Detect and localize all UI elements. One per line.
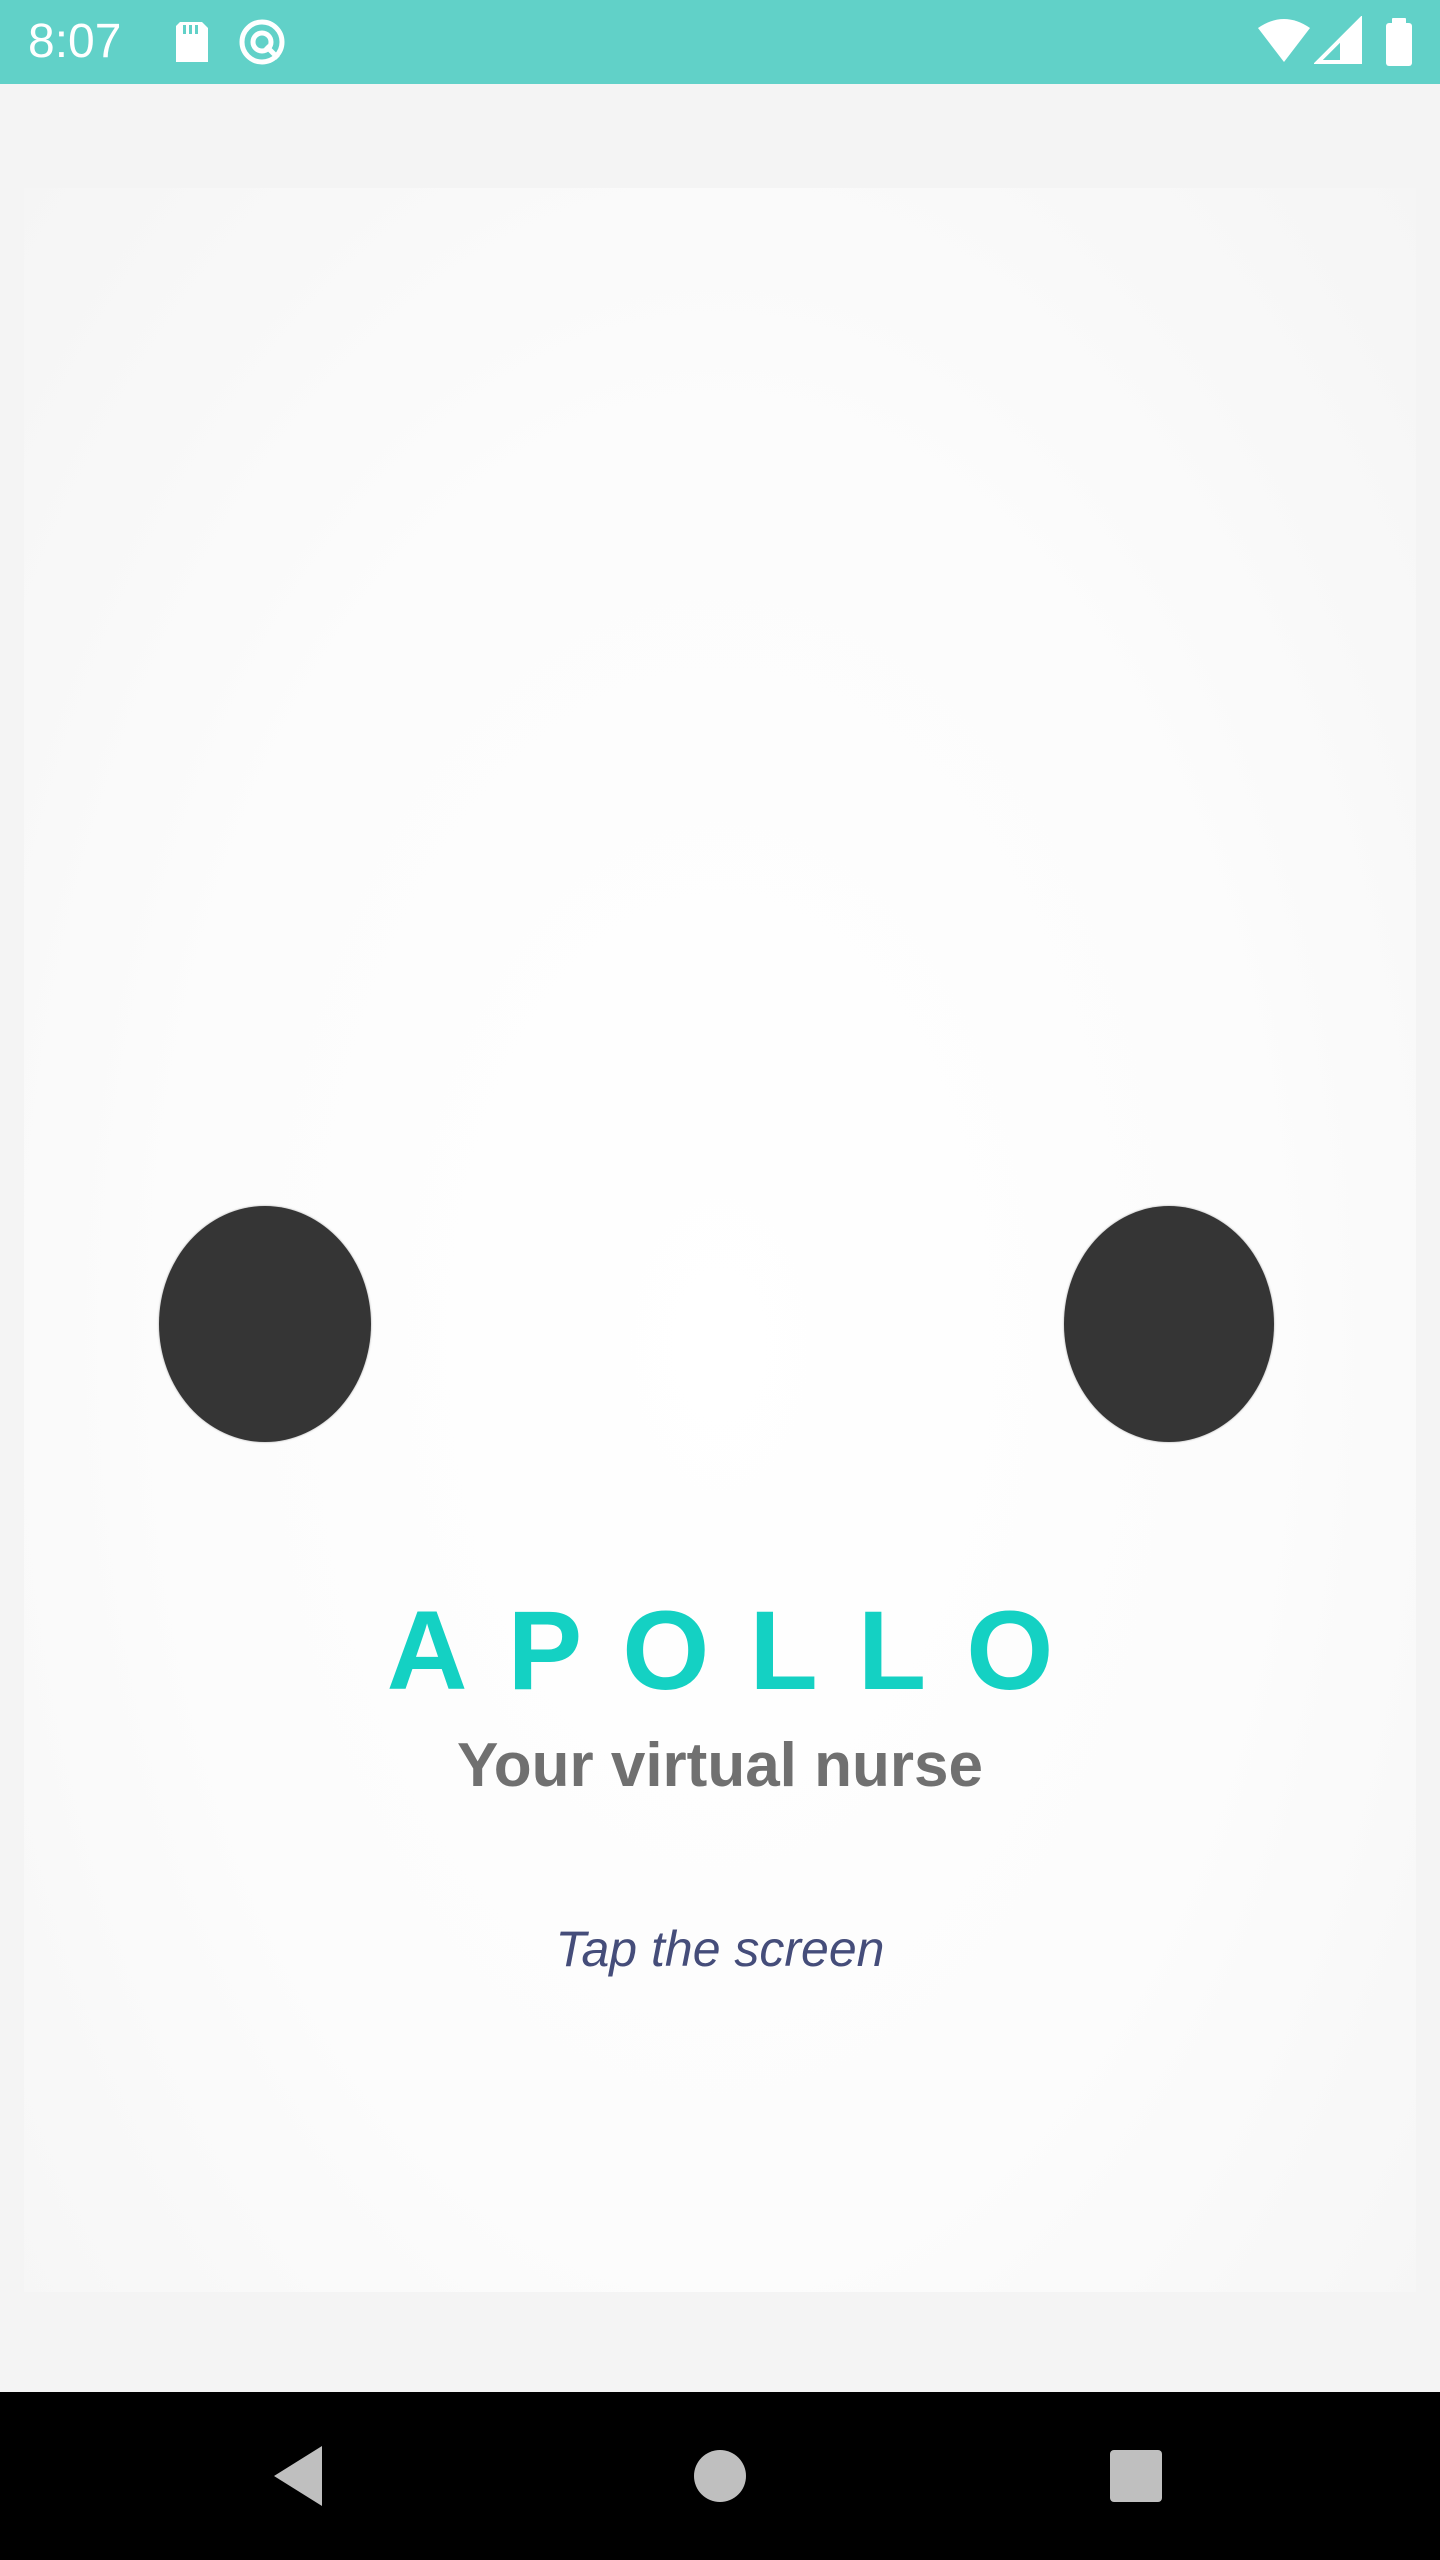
status-bar: 8:07	[0, 0, 1440, 84]
main-screen[interactable]: APOLLO Your virtual nurse Tap the screen	[0, 84, 1440, 2392]
status-time: 8:07	[28, 15, 122, 68]
tap-hint: Tap the screen	[555, 1921, 885, 1977]
app-subtitle: Your virtual nurse	[457, 1731, 983, 1800]
navigation-bar	[0, 2392, 1440, 2560]
sd-card-icon	[166, 16, 218, 68]
cell-signal-icon	[1313, 15, 1366, 68]
left-eye	[159, 1206, 371, 1442]
sync-icon	[236, 16, 288, 68]
back-icon[interactable]	[260, 2436, 340, 2516]
robot-face-panel[interactable]: APOLLO Your virtual nurse Tap the screen	[24, 188, 1416, 2292]
wifi-icon	[1256, 16, 1312, 68]
right-eye	[1064, 1206, 1274, 1442]
battery-icon	[1380, 16, 1420, 68]
home-icon[interactable]	[680, 2436, 760, 2516]
app-title: APOLLO	[386, 1588, 1094, 1713]
recents-icon[interactable]	[1096, 2436, 1176, 2516]
